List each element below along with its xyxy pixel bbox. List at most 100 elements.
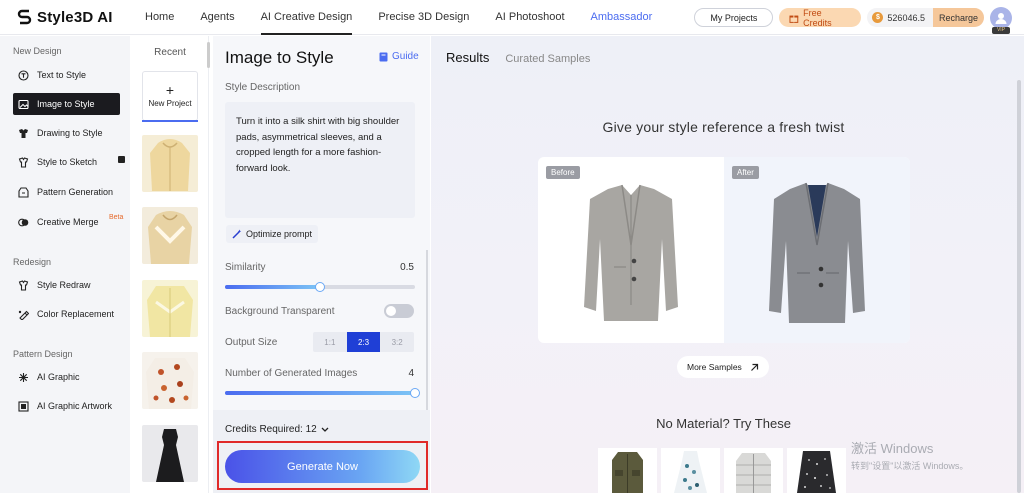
sidebar-item-image-to-style[interactable]: Image to Style [13, 93, 120, 115]
tab-curated-samples[interactable]: Curated Samples [505, 53, 590, 65]
output-size-selector: 1:1 2:3 3:2 [313, 332, 414, 352]
generate-now-label: Generate Now [287, 460, 358, 473]
nav-precise-3d-design-label: Precise 3D Design [378, 11, 470, 23]
results-area: Results Curated Samples Give your style … [431, 36, 1024, 493]
recent-thumbnail[interactable] [142, 352, 198, 409]
similarity-slider-fill [225, 285, 320, 289]
sidebar-item-label: Image to Style [37, 99, 95, 109]
nav-ai-photoshoot[interactable]: AI Photoshoot [482, 0, 577, 35]
nav-agents[interactable]: Agents [187, 0, 247, 35]
sidebar-item-label: Color Replacement [37, 309, 115, 319]
credit-balance-value: 526046.5 [887, 12, 925, 23]
floral-dress-image [674, 451, 707, 493]
sidebar-item-label: Pattern Generation [37, 187, 114, 197]
similarity-label: Similarity [225, 262, 266, 273]
recent-thumbnail[interactable] [142, 425, 198, 482]
optimize-prompt-button[interactable]: Optimize prompt [226, 225, 319, 243]
background-transparent-label: Background Transparent [225, 306, 335, 317]
credits-required[interactable]: Credits Required: 12 [225, 424, 329, 435]
similarity-slider-handle[interactable] [315, 282, 325, 292]
recharge-button[interactable]: Recharge [932, 8, 984, 27]
sidebar-item-color-replacement[interactable]: Color Replacement [13, 303, 120, 325]
nav-ambassador[interactable]: Ambassador [578, 0, 666, 35]
after-tag: After [732, 166, 759, 179]
user-avatar[interactable]: VIP [990, 6, 1012, 34]
output-size-1-1[interactable]: 1:1 [313, 332, 347, 352]
sidebar-item-drawing-to-style[interactable]: Drawing to Style [13, 122, 120, 144]
recent-projects-column: Recent + New Project [131, 36, 210, 493]
before-tag: Before [546, 166, 580, 179]
guide-link[interactable]: Guide [379, 51, 419, 62]
my-projects-button[interactable]: My Projects [694, 8, 774, 27]
generate-now-button[interactable]: Generate Now [225, 450, 420, 483]
vip-badge: VIP [992, 26, 1010, 34]
num-images-slider-handle[interactable] [410, 388, 420, 398]
sidebar-item-text-to-style[interactable]: Text to Style [13, 64, 120, 86]
header-actions: My Projects Free Credits $ 526046.5 Rech… [694, 0, 1012, 35]
output-size-2-3[interactable]: 2:3 [346, 332, 381, 352]
nav-home-label: Home [145, 11, 175, 23]
nav-home[interactable]: Home [132, 0, 187, 35]
results-heading: Give your style reference a fresh twist [602, 119, 845, 135]
watermark-line-2: 转到"设置"以激活 Windows。 [851, 461, 969, 471]
optimize-prompt-label: Optimize prompt [246, 229, 313, 239]
background-transparent-toggle[interactable] [384, 304, 414, 318]
panel-scrollbar[interactable] [426, 250, 428, 410]
more-samples-button[interactable]: More Samples [677, 356, 769, 378]
recent-thumbnail[interactable] [142, 135, 198, 192]
sidebar-item-style-to-sketch[interactable]: Style to Sketch [13, 151, 120, 173]
graphic-icon [18, 372, 29, 383]
olive-vest-image [612, 452, 643, 493]
sample-material-thumbnail[interactable] [724, 448, 783, 493]
sidebar-item-creative-merge[interactable]: Creative Merge [13, 211, 120, 233]
sidebar-item-label: Style Redraw [37, 280, 91, 290]
image-style-icon [18, 99, 29, 110]
before-blazer-image [584, 184, 678, 321]
num-images-label: Number of Generated Images [225, 368, 358, 379]
sidebar-item-style-redraw[interactable]: Style Redraw [13, 274, 120, 296]
output-size-label: Output Size [225, 337, 278, 348]
sidebar-item-ai-graphic[interactable]: AI Graphic [13, 366, 120, 388]
free-credits-button[interactable]: Free Credits [779, 8, 862, 28]
after-image-panel: After [724, 157, 910, 343]
nav-ai-creative-design[interactable]: AI Creative Design [248, 0, 366, 35]
similarity-value: 0.5 [400, 262, 414, 273]
tab-results[interactable]: Results [446, 50, 489, 65]
artwork-icon [18, 400, 29, 412]
new-project-label: New Project [148, 99, 192, 108]
drawing-style-icon [18, 128, 29, 139]
output-size-3-2[interactable]: 3:2 [380, 332, 414, 352]
style-description-input[interactable]: Turn it into a silk shirt with big shoul… [225, 102, 415, 218]
style3d-logo-icon [17, 9, 32, 24]
sidebar-item-label: Creative Merge [37, 217, 99, 227]
butterfly-jacket-image [146, 358, 194, 409]
cream-hoodie-image [148, 211, 192, 264]
new-project-button[interactable]: + New Project [142, 71, 198, 121]
nav-precise-3d-design[interactable]: Precise 3D Design [365, 0, 482, 35]
section-new-design: New Design [13, 46, 62, 56]
sample-material-thumbnail[interactable] [598, 448, 657, 493]
app-logo[interactable]: Style3D AI [17, 9, 132, 26]
credit-balance: $ 526046.5 Recharge [867, 8, 984, 27]
results-scrollbar[interactable] [1017, 80, 1021, 493]
sidebar-item-pattern-generation[interactable]: Pattern Generation [13, 181, 120, 203]
similarity-slider[interactable] [225, 282, 415, 292]
recent-thumbnail[interactable] [142, 280, 198, 337]
sample-material-thumbnail[interactable] [661, 448, 720, 493]
recent-thumbnail[interactable] [142, 207, 198, 264]
panel-title: Image to Style [225, 48, 334, 67]
sketch-icon [18, 156, 29, 168]
color-icon [18, 309, 29, 320]
num-images-slider[interactable] [225, 388, 420, 398]
gift-icon [789, 15, 799, 23]
pattern-icon [18, 186, 29, 198]
sidebar-item-ai-graphic-artwork[interactable]: AI Graphic Artwork [13, 395, 120, 417]
num-images-slider-fill [225, 391, 415, 395]
sidebar-item-label: Text to Style [37, 70, 87, 80]
sample-material-thumbnail[interactable] [787, 448, 846, 493]
book-icon [379, 52, 388, 61]
black-dress-image [156, 429, 184, 482]
my-projects-label: My Projects [710, 12, 758, 23]
recent-scrollbar[interactable] [207, 42, 210, 68]
toggle-knob [386, 306, 396, 316]
